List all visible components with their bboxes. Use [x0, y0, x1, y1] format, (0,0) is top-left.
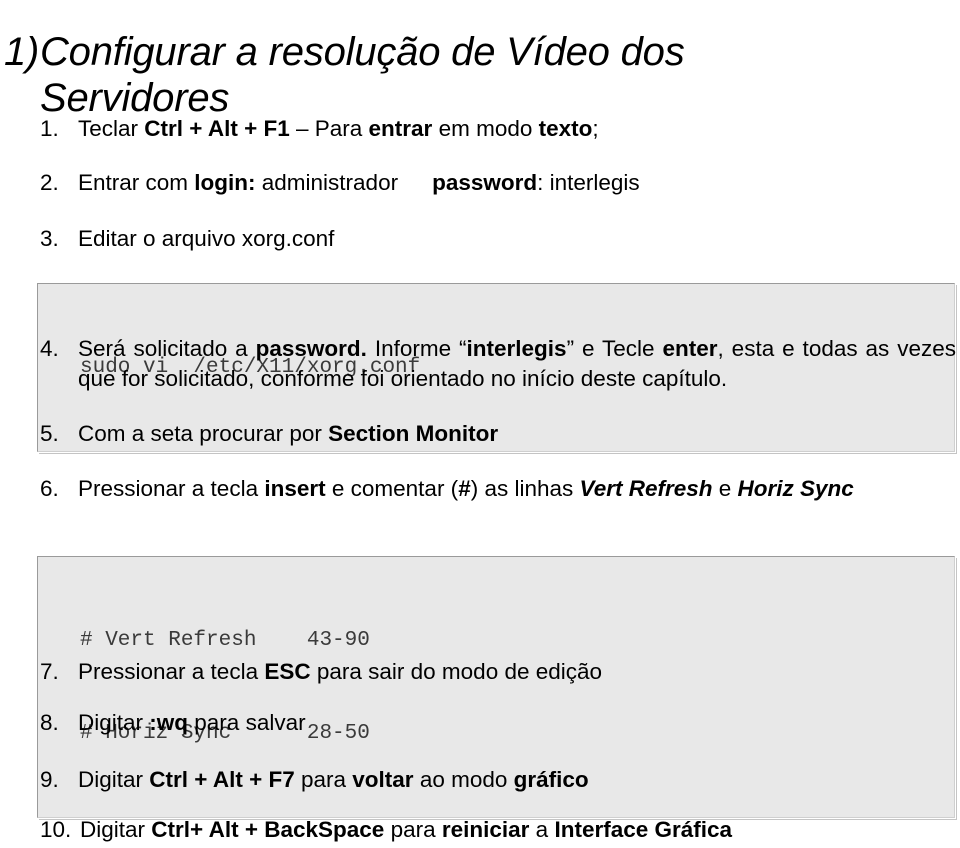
list-item-text: Será solicitado a password. Informe “int…: [78, 336, 956, 391]
bold-text: Ctrl + Alt + F1: [144, 116, 290, 141]
list-item-text: Digitar :wq para salvar: [78, 710, 306, 735]
bold-text: texto: [538, 116, 593, 141]
page-title: 1)Configurar a resolução de Vídeo dos Se…: [4, 29, 944, 121]
bold-text: #: [458, 476, 471, 501]
bold-text: entrar: [368, 116, 433, 141]
bold-text: ESC: [264, 659, 311, 684]
bold-text: password.: [255, 336, 367, 361]
bold-text: Ctrl + Alt + F7: [149, 767, 295, 792]
list-item-text: Pressionar a tecla insert e comentar (#)…: [78, 476, 854, 501]
list-item-step-3: 3. Editar o arquivo xorg.conf: [40, 224, 956, 254]
list-item-step-5: 5. Com a seta procurar por Section Monit…: [40, 419, 956, 449]
document-page: 1)Configurar a resolução de Vídeo dos Se…: [0, 0, 960, 848]
list-item-step-9: 9. Digitar Ctrl + Alt + F7 para voltar a…: [40, 765, 956, 795]
bold-text: voltar: [352, 767, 414, 792]
list-item-number: 7.: [40, 659, 59, 684]
bold-text: reiniciar: [441, 817, 530, 842]
list-item-text: Entrar com login: administrador password:…: [78, 170, 640, 195]
list-item-text: Teclar Ctrl + Alt + F1 – Para entrar em …: [78, 116, 599, 141]
list-item-text: Digitar Ctrl+ Alt + BackSpace para reini…: [80, 817, 733, 842]
list-item-number: 4.: [40, 336, 59, 361]
list-item-number: 10.: [40, 817, 72, 842]
list-item-number: 6.: [40, 476, 59, 501]
bold-italic-text: Horiz Sync: [737, 476, 854, 501]
list-item-number: 3.: [40, 226, 59, 251]
list-item-step-8: 8. Digitar :wq para salvar: [40, 708, 956, 738]
bold-text: interlegis: [466, 336, 567, 361]
list-item-number: 1.: [40, 116, 59, 141]
list-item-step-1: 1. Teclar Ctrl + Alt + F1 – Para entrar …: [40, 114, 956, 144]
list-item-step-7: 7. Pressionar a tecla ESC para sair do m…: [40, 657, 956, 687]
code-line: # Vert Refresh 43-90: [80, 629, 370, 652]
list-item-text: Editar o arquivo xorg.conf: [78, 226, 335, 251]
list-item-text: Digitar Ctrl + Alt + F7 para voltar ao m…: [78, 767, 589, 792]
bold-text: :wq: [149, 710, 189, 735]
list-item-step-6: 6. Pressionar a tecla insert e comentar …: [40, 474, 956, 504]
list-item-number: 5.: [40, 421, 59, 446]
list-item-step-2: 2. Entrar com login: administrador passwo…: [40, 168, 956, 198]
list-item-number: 9.: [40, 767, 59, 792]
bold-text: Interface Gráfica: [554, 817, 733, 842]
list-item-step-4: 4. Será solicitado a password. Informe “…: [40, 334, 956, 394]
list-item-step-10: 10. Digitar Ctrl+ Alt + BackSpace para r…: [40, 815, 956, 845]
bold-text: insert: [264, 476, 326, 501]
bold-text: password: [432, 170, 538, 195]
bold-text: enter: [662, 336, 718, 361]
bold-text: login:: [194, 170, 256, 195]
bold-italic-text: Vert Refresh: [579, 476, 713, 501]
bold-text: Section Monitor: [328, 421, 499, 446]
page-title-line1: Configurar a resolução de Vídeo dos: [40, 29, 685, 74]
list-item-number: 8.: [40, 710, 59, 735]
page-title-number: 1): [4, 29, 40, 74]
list-item-text: Pressionar a tecla ESC para sair do modo…: [78, 659, 603, 684]
bold-text: Ctrl+ Alt + BackSpace: [151, 817, 385, 842]
bold-text: gráfico: [513, 767, 589, 792]
list-item-number: 2.: [40, 170, 59, 195]
list-item-text: Com a seta procurar por Section Monitor: [78, 421, 499, 446]
